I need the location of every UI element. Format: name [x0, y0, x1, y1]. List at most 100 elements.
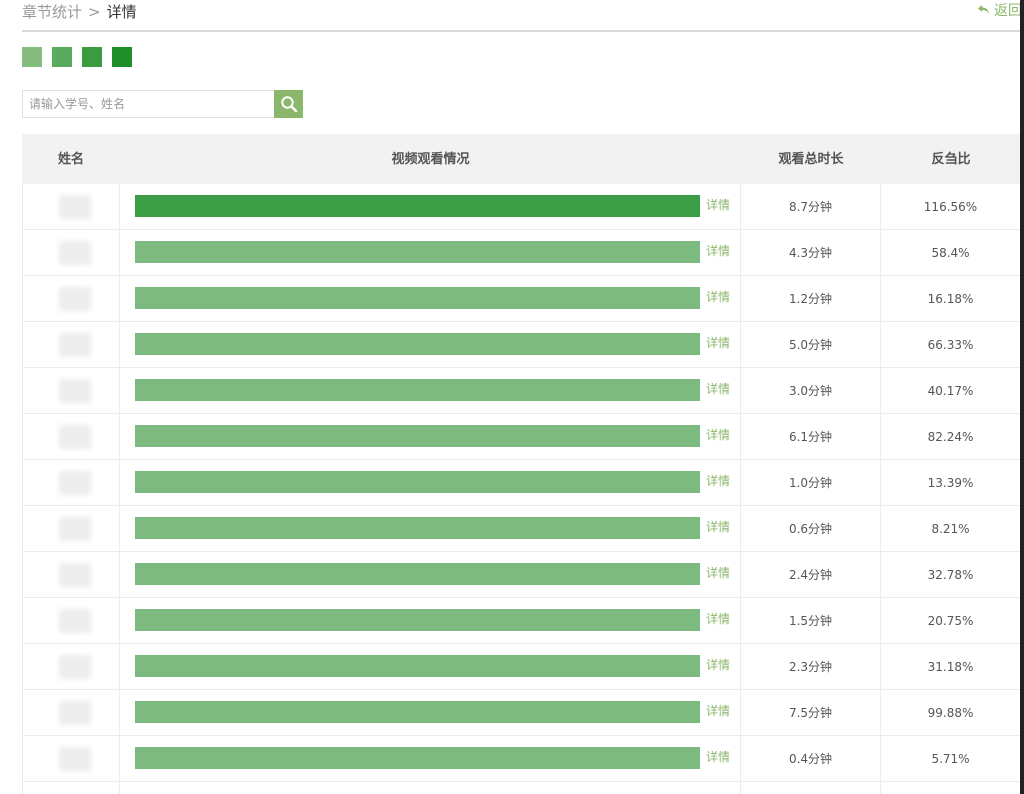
watch-progress-bar — [135, 655, 700, 677]
table-row: 详情 2.4分钟 32.78% — [22, 552, 1024, 598]
name-cell — [22, 598, 120, 643]
watch-time-value: 4.3分钟 — [788, 246, 833, 260]
student-name-blurred — [59, 517, 91, 541]
video-progress-cell: 详情 — [120, 184, 741, 229]
name-cell — [22, 782, 120, 794]
name-cell — [22, 736, 120, 781]
watch-progress-bar — [135, 701, 700, 723]
name-cell — [22, 460, 120, 505]
breadcrumb-parent[interactable]: 章节统计 — [22, 3, 82, 21]
ratio-value: 31.18% — [927, 660, 974, 674]
ratio-value: 66.33% — [927, 338, 974, 352]
video-progress-cell: 详情 — [120, 414, 741, 459]
name-cell — [22, 322, 120, 367]
ratio-value: 99.88% — [927, 706, 974, 720]
ratio-value: 58.4% — [931, 246, 970, 260]
watch-time-cell: 4.3分钟 — [741, 230, 881, 275]
video-progress-cell — [120, 782, 741, 794]
ratio-value: 8.21% — [931, 522, 970, 536]
student-name-blurred — [59, 563, 91, 587]
student-name-blurred — [59, 655, 91, 679]
video-progress-cell: 详情 — [120, 644, 741, 689]
table-header: 姓名 视频观看情况 观看总时长 反刍比 — [22, 134, 1024, 184]
search-input[interactable] — [22, 90, 274, 118]
watch-time-cell — [741, 782, 881, 794]
watch-time-cell: 2.3分钟 — [741, 644, 881, 689]
name-cell — [22, 184, 120, 229]
video-progress-cell: 详情 — [120, 230, 741, 275]
header-ratio: 反刍比 — [931, 152, 971, 167]
name-cell — [22, 644, 120, 689]
watch-time-cell: 8.7分钟 — [741, 184, 881, 229]
ratio-cell: 16.18% — [881, 276, 1021, 321]
watch-time-cell: 0.6分钟 — [741, 506, 881, 551]
video-progress-cell: 详情 — [120, 506, 741, 551]
video-progress-cell: 详情 — [120, 736, 741, 781]
detail-link[interactable]: 详情 — [706, 196, 730, 213]
watch-time-value: 2.3分钟 — [788, 660, 833, 674]
ratio-value: 116.56% — [923, 200, 978, 214]
ratio-value: 5.71% — [931, 752, 970, 766]
detail-link[interactable]: 详情 — [706, 288, 730, 305]
student-name-blurred — [59, 425, 91, 449]
back-button[interactable]: 返回 — [977, 2, 1022, 20]
ratio-value: 20.75% — [927, 614, 974, 628]
video-progress-cell: 详情 — [120, 552, 741, 597]
watch-progress-bar — [135, 333, 700, 355]
ratio-cell: 5.71% — [881, 736, 1021, 781]
detail-link[interactable]: 详情 — [706, 656, 730, 673]
ratio-cell — [881, 782, 1021, 794]
video-progress-cell: 详情 — [120, 460, 741, 505]
student-name-blurred — [59, 195, 91, 219]
table-row: 详情 7.5分钟 99.88% — [22, 690, 1024, 736]
header-name: 姓名 — [57, 152, 84, 167]
watch-progress-bar — [135, 471, 700, 493]
student-name-blurred — [59, 747, 91, 771]
chapter-stats-detail-page: 章节统计 > 详情 返回 姓名 视频观看情况 观看总时长 反刍比 详情 8.7分钟 11… — [0, 0, 1024, 794]
ratio-cell: 20.75% — [881, 598, 1021, 643]
ratio-value: 16.18% — [927, 292, 974, 306]
student-name-blurred — [59, 609, 91, 633]
video-progress-cell: 详情 — [120, 598, 741, 643]
watch-progress-bar — [135, 425, 700, 447]
ratio-cell: 99.88% — [881, 690, 1021, 735]
detail-link[interactable]: 详情 — [706, 380, 730, 397]
ratio-cell: 8.21% — [881, 506, 1021, 551]
table-row: 详情 0.4分钟 5.71% — [22, 736, 1024, 782]
watch-time-cell: 1.2分钟 — [741, 276, 881, 321]
ratio-cell: 82.24% — [881, 414, 1021, 459]
watch-progress-bar — [135, 563, 700, 585]
table-row: 详情 6.1分钟 82.24% — [22, 414, 1024, 460]
watch-time-cell: 1.5分钟 — [741, 598, 881, 643]
watch-time-value: 3.0分钟 — [788, 384, 833, 398]
watch-time-value: 5.0分钟 — [788, 338, 833, 352]
watch-time-cell: 0.4分钟 — [741, 736, 881, 781]
search-button[interactable] — [274, 90, 303, 118]
table-row: 详情 3.0分钟 40.17% — [22, 368, 1024, 414]
page-header: 章节统计 > 详情 返回 — [22, 0, 1022, 32]
student-name-blurred — [59, 287, 91, 311]
watch-time-value: 1.2分钟 — [788, 292, 833, 306]
header-time: 观看总时长 — [778, 152, 844, 167]
detail-link[interactable]: 详情 — [706, 472, 730, 489]
detail-link[interactable]: 详情 — [706, 242, 730, 259]
name-cell — [22, 506, 120, 551]
watch-time-cell: 7.5分钟 — [741, 690, 881, 735]
watch-time-cell: 3.0分钟 — [741, 368, 881, 413]
video-progress-cell: 详情 — [120, 276, 741, 321]
detail-link[interactable]: 详情 — [706, 518, 730, 535]
ratio-cell: 58.4% — [881, 230, 1021, 275]
ratio-value: 32.78% — [927, 568, 974, 582]
detail-link[interactable]: 详情 — [706, 748, 730, 765]
detail-link[interactable]: 详情 — [706, 334, 730, 351]
student-name-blurred — [59, 379, 91, 403]
ratio-cell: 116.56% — [881, 184, 1021, 229]
watch-time-cell: 5.0分钟 — [741, 322, 881, 367]
name-cell — [22, 690, 120, 735]
watch-progress-bar — [135, 609, 700, 631]
detail-link[interactable]: 详情 — [706, 426, 730, 443]
detail-link[interactable]: 详情 — [706, 564, 730, 581]
detail-link[interactable]: 详情 — [706, 702, 730, 719]
detail-link[interactable]: 详情 — [706, 610, 730, 627]
back-arrow-icon — [978, 5, 989, 14]
